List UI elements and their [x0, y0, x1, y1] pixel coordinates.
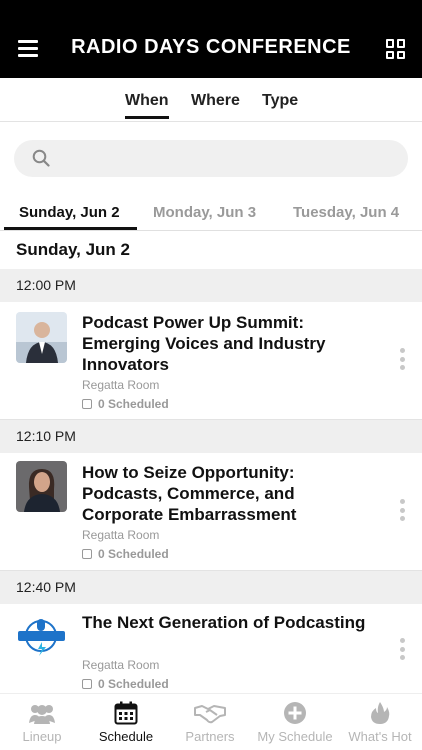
date-heading: Sunday, Jun 2 [16, 240, 130, 259]
calendar-icon [82, 679, 92, 689]
nav-label: What's Hot [348, 729, 412, 744]
plus-circle-icon [284, 702, 306, 724]
search-icon [32, 149, 50, 167]
nav-lineup[interactable]: Lineup [0, 700, 84, 744]
active-day-indicator [4, 227, 137, 230]
search-input[interactable] [60, 140, 390, 177]
more-options-icon[interactable] [398, 499, 406, 525]
more-options-icon[interactable] [398, 348, 406, 374]
nav-whats-hot[interactable]: What's Hot [338, 700, 422, 744]
time-header: 12:10 PM [0, 420, 422, 453]
day-tab-monday[interactable]: Monday, Jun 3 [153, 204, 256, 221]
time-header: 12:00 PM [0, 269, 422, 302]
nav-label: Schedule [98, 729, 154, 744]
time-header: 12:40 PM [0, 571, 422, 604]
nav-partners[interactable]: Partners [168, 700, 252, 744]
tab-when[interactable]: When [125, 92, 169, 119]
session-item[interactable]: Podcast Power Up Summit: Emerging Voices… [0, 302, 422, 420]
scheduled-count: 0 Scheduled [82, 547, 169, 561]
filter-tabs: When Where Type [0, 78, 422, 122]
nav-my-schedule[interactable]: My Schedule [253, 700, 337, 744]
session-room: Regatta Room [82, 528, 160, 542]
day-tab-sunday[interactable]: Sunday, Jun 2 [19, 204, 120, 221]
nav-label: My Schedule [257, 729, 333, 744]
bottom-navigation: Lineup Schedule Partners My Schedule Wha… [0, 693, 422, 750]
grid-view-icon[interactable] [386, 39, 406, 59]
session-title[interactable]: How to Seize Opportunity: Podcasts, Comm… [82, 462, 372, 525]
nav-label: Lineup [22, 729, 62, 744]
flame-icon [371, 702, 390, 724]
hamburger-menu-icon[interactable] [18, 40, 38, 57]
more-options-icon[interactable] [398, 638, 406, 664]
day-tab-tuesday[interactable]: Tuesday, Jun 4 [293, 204, 399, 221]
session-item[interactable]: How to Seize Opportunity: Podcasts, Comm… [0, 453, 422, 571]
calendar-icon [82, 549, 92, 559]
summit-logo [16, 612, 67, 663]
speaker-photo [16, 461, 67, 512]
scheduled-count: 0 Scheduled [82, 397, 169, 411]
search-bar[interactable] [14, 140, 408, 177]
nav-label: Partners [185, 729, 235, 744]
scheduled-count-label: 0 Scheduled [98, 677, 169, 691]
tab-type[interactable]: Type [262, 92, 298, 110]
scheduled-count-label: 0 Scheduled [98, 547, 169, 561]
people-icon [29, 705, 55, 724]
session-item[interactable]: The Next Generation of Podcasting Regatt… [0, 604, 422, 693]
session-room: Regatta Room [82, 658, 160, 672]
session-title[interactable]: The Next Generation of Podcasting [82, 612, 372, 633]
calendar-icon [82, 399, 92, 409]
calendar-icon [114, 701, 138, 725]
speaker-photo [16, 312, 67, 363]
nav-schedule[interactable]: Schedule [84, 700, 168, 744]
session-title[interactable]: Podcast Power Up Summit: Emerging Voices… [82, 312, 372, 375]
tab-where[interactable]: Where [191, 92, 240, 110]
scheduled-count-label: 0 Scheduled [98, 397, 169, 411]
day-tabs: Sunday, Jun 2 Monday, Jun 3 Tuesday, Jun… [0, 195, 422, 231]
app-header: RADIO DAYS CONFERENCE [0, 0, 422, 78]
handshake-icon [194, 705, 226, 724]
scheduled-count: 0 Scheduled [82, 677, 169, 691]
session-room: Regatta Room [82, 378, 160, 392]
app-title: RADIO DAYS CONFERENCE [71, 36, 351, 58]
